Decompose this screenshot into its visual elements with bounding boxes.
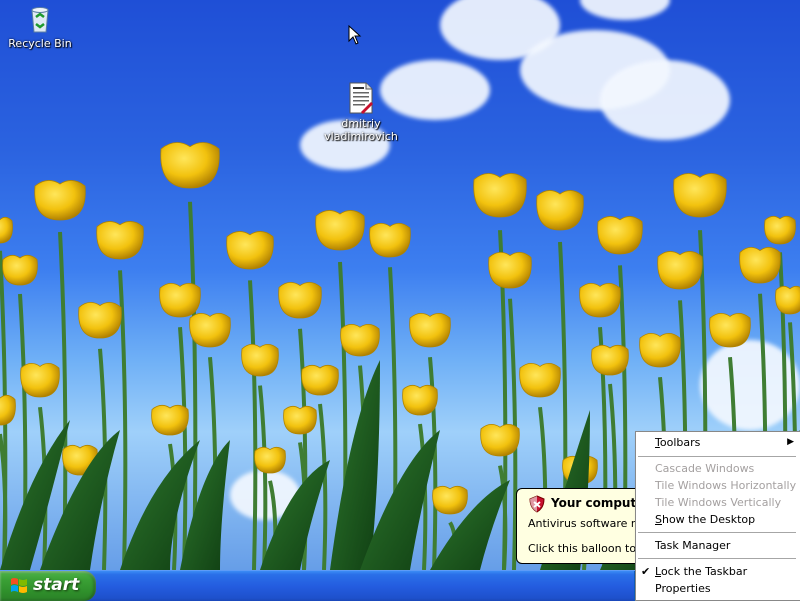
document-label-line1: dmitriy (341, 117, 381, 130)
balloon-message-line1: Antivirus software mig (528, 517, 652, 530)
menu-item-tile-horizontally[interactable]: Tile Windows Horizontally (636, 477, 800, 494)
menu-item-lock-taskbar[interactable]: ✔ Lock the Taskbar (636, 563, 800, 580)
start-button[interactable]: start (0, 571, 96, 601)
security-shield-icon (529, 495, 545, 513)
document-icon (349, 82, 373, 114)
taskbar-context-menu[interactable]: Toolbars ▶ Cascade Windows Tile Windows … (635, 431, 800, 601)
menu-separator (638, 532, 796, 534)
menu-item-show-desktop[interactable]: Show the Desktop (636, 511, 800, 528)
document-label-line2: vladimirovich (324, 130, 398, 143)
mouse-cursor-icon (348, 25, 362, 45)
menu-label: oolbars (659, 436, 701, 449)
menu-item-cascade-windows[interactable]: Cascade Windows (636, 460, 800, 477)
submenu-arrow-icon: ▶ (787, 437, 794, 447)
start-label: start (33, 575, 80, 595)
menu-separator (638, 456, 796, 458)
windows-flag-icon (11, 578, 27, 593)
menu-label: ock the Taskbar (660, 565, 748, 578)
menu-item-tile-vertically[interactable]: Tile Windows Vertically (636, 494, 800, 511)
menu-label: how the Desktop (661, 513, 756, 526)
menu-item-toolbars[interactable]: Toolbars ▶ (636, 434, 800, 451)
recycle-bin-label: Recycle Bin (8, 37, 72, 50)
recycle-bin-icon (31, 7, 49, 33)
menu-separator (638, 558, 796, 560)
menu-item-task-manager[interactable]: Task Manager (636, 537, 800, 554)
menu-item-properties[interactable]: Properties (636, 580, 800, 597)
recycle-bin-desktop-icon[interactable]: Recycle Bin (0, 4, 80, 50)
mnemonic: S (655, 513, 662, 526)
document-desktop-icon[interactable]: dmitriy vladimirovich (321, 82, 401, 143)
checkmark-icon: ✔ (641, 565, 651, 578)
